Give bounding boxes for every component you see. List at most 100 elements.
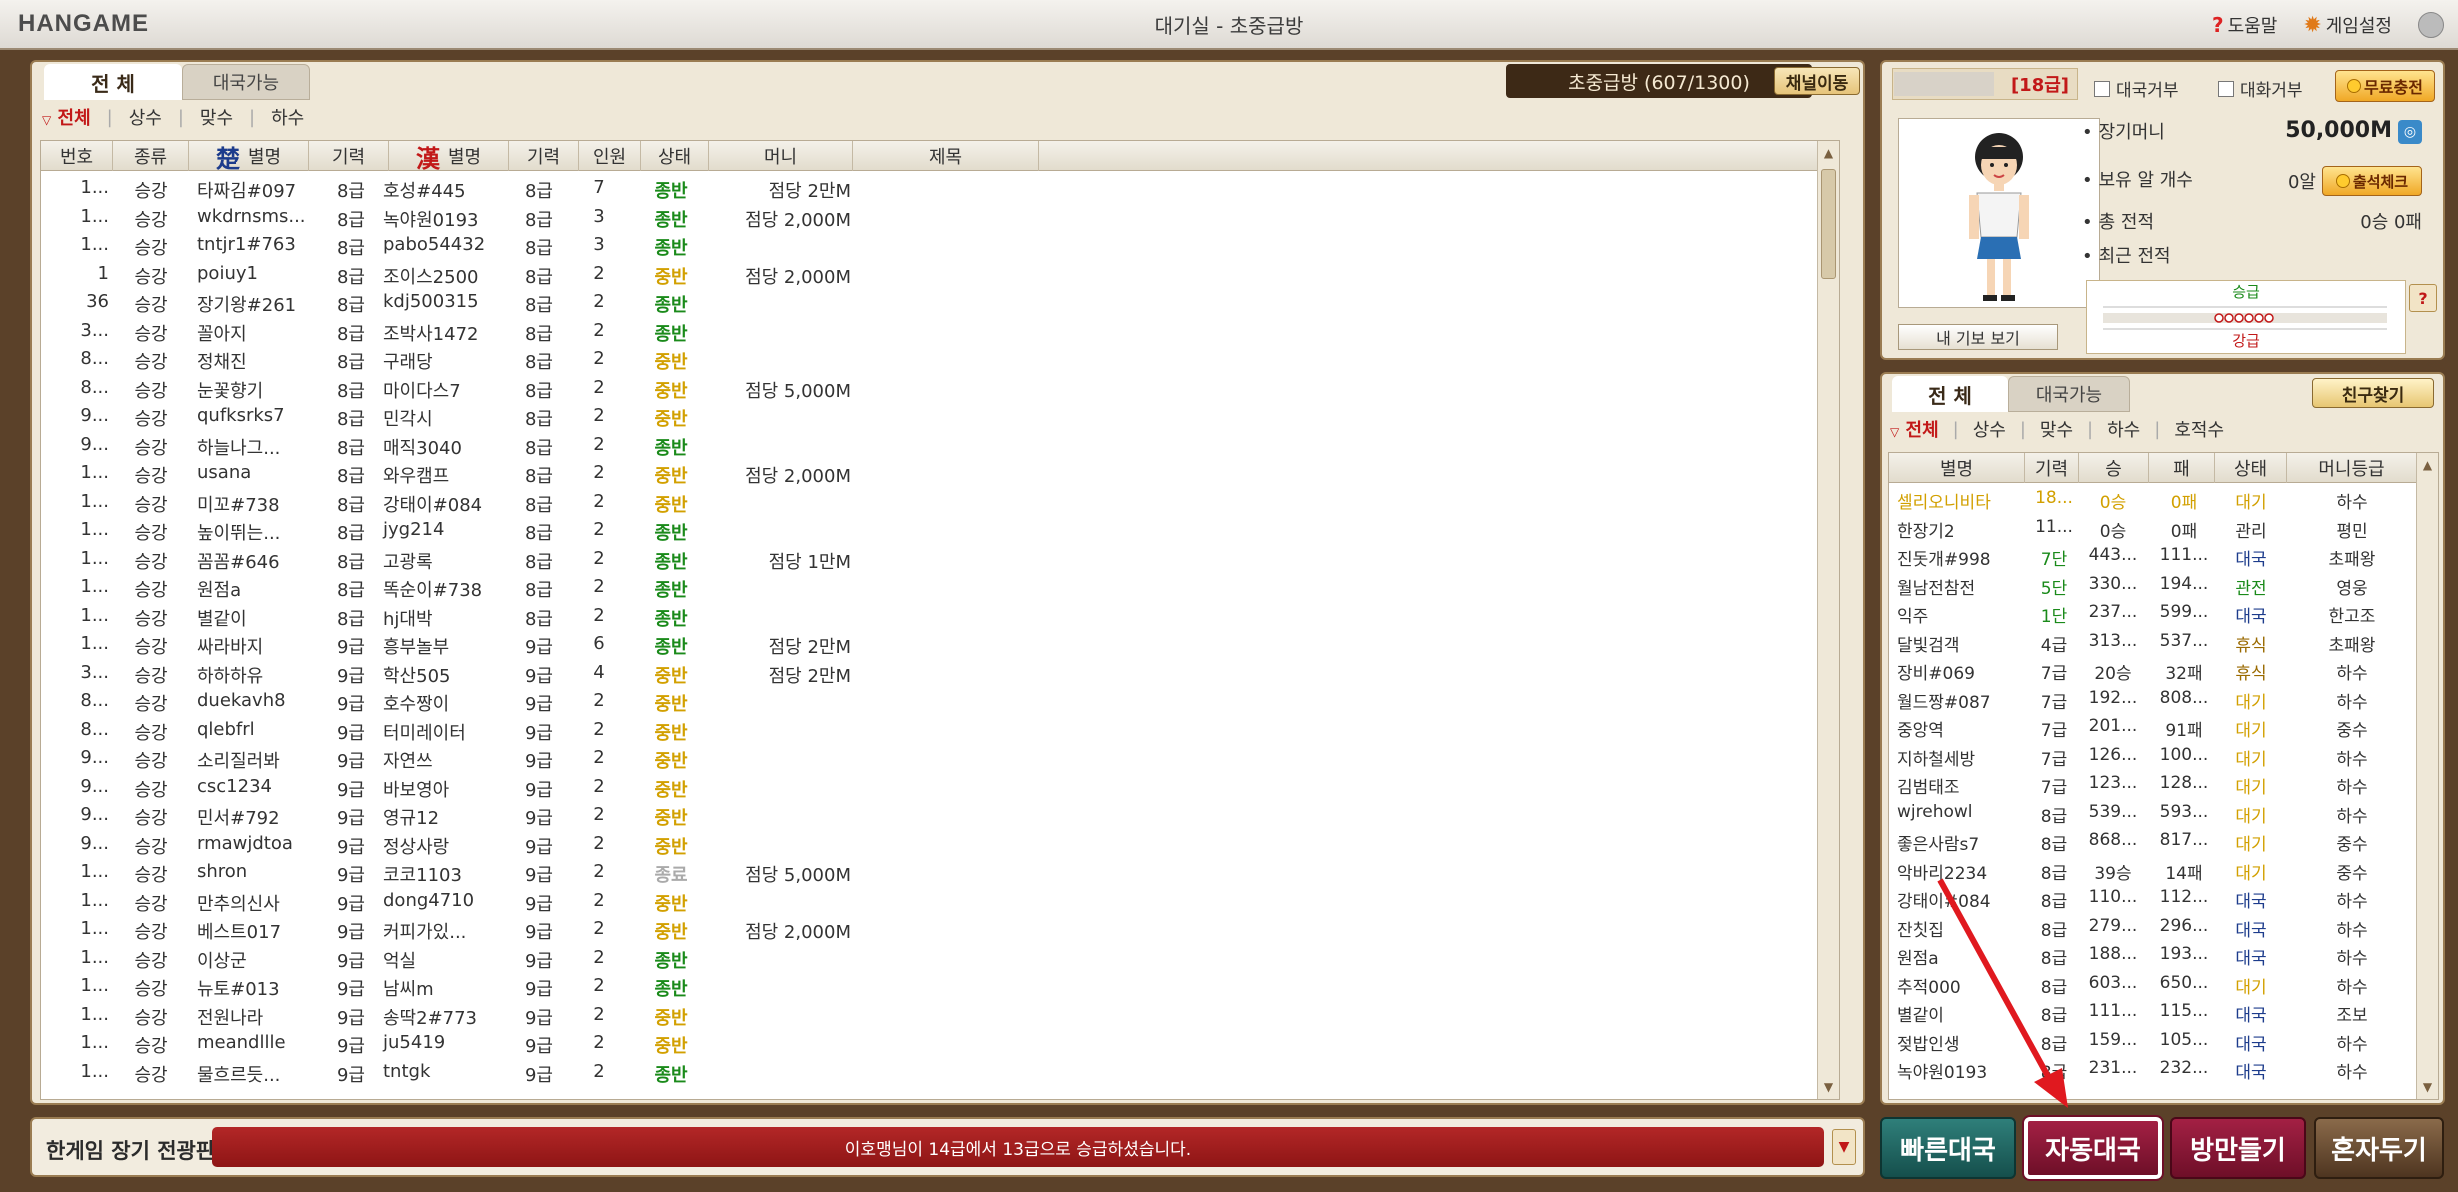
fcol-win[interactable]: 승 — [2079, 453, 2149, 483]
table-row[interactable]: 1... 승강 뉴토#013 9급 남씨m 9급 2 종반 — [41, 972, 1821, 1001]
table-row[interactable]: 1... 승강 베스트017 9급 커피가있... 9급 2 중반 점당 2,000M — [41, 915, 1821, 944]
table-row[interactable]: 8... 승강 눈꽃향기 8급 마이다스7 8급 2 중반 점당 5,000M — [41, 374, 1821, 403]
table-row[interactable]: 9... 승강 qufksrks7 8급 민각시 8급 2 중반 — [41, 402, 1821, 431]
table-row[interactable]: 1... 승강 원점a 8급 똑순이#738 8급 2 종반 — [41, 573, 1821, 602]
friends-tab-all[interactable]: 전 체 — [1892, 376, 2008, 412]
view-my-records-button[interactable]: 내 기보 보기 — [1898, 324, 2058, 350]
table-row[interactable]: 3... 승강 꼴아지 8급 조박사1472 8급 2 종반 — [41, 317, 1821, 346]
close-window-button[interactable] — [2418, 12, 2444, 38]
fcol-name[interactable]: 별명 — [1889, 453, 2025, 483]
list-item[interactable]: 월남전참전 5단 330... 194... 관전 영웅 — [1889, 571, 2417, 600]
table-row[interactable]: 3... 승강 하하하유 9급 학산505 9급 4 중반 점당 2만M — [41, 659, 1821, 688]
table-row[interactable]: 1... 승강 wkdrnsms... 8급 녹야원0193 8급 3 종반 점당 2,000M — [41, 203, 1821, 232]
attendance-check-button[interactable]: 출석체크 — [2322, 166, 2422, 196]
table-row[interactable]: 1... 승강 꼼꼼#646 8급 고광록 8급 2 종반 점당 1만M — [41, 545, 1821, 574]
table-row[interactable]: 8... 승강 duekavh8 9급 호수짱이 9급 2 중반 — [41, 687, 1821, 716]
scroll-up-icon[interactable]: ▲ — [2417, 453, 2438, 477]
list-item[interactable]: 잔칫집 8급 279... 296... 대국 하수 — [1889, 913, 2417, 942]
fcol-status[interactable]: 상태 — [2215, 453, 2287, 483]
friends-filter-lower[interactable]: 하수 — [2107, 416, 2140, 442]
list-item[interactable]: 젖밥인생 8급 159... 105... 대국 하수 — [1889, 1027, 2417, 1056]
list-item[interactable]: 녹야원0193 8급 231... 232... 대국 하수 — [1889, 1055, 2417, 1084]
table-row[interactable]: 1... 승강 미꼬#738 8급 강태이#084 8급 2 중반 — [41, 488, 1821, 517]
help-link[interactable]: ? 도움말 — [2212, 12, 2277, 38]
table-row[interactable]: 1 승강 poiuy1 8급 조이스2500 8급 2 중반 점당 2,000M — [41, 260, 1821, 289]
graph-help-button[interactable]: ? — [2409, 284, 2437, 312]
filter-all[interactable]: ▽ 전체 — [42, 104, 91, 130]
col-count[interactable]: 인원 — [579, 141, 641, 171]
free-charge-button[interactable]: 무료충전 — [2335, 70, 2435, 102]
col-chu-name[interactable]: 楚 별명 — [189, 141, 309, 173]
table-row[interactable]: 9... 승강 민서#792 9급 영규12 9급 2 중반 — [41, 801, 1821, 830]
list-item[interactable]: wjrehowl 8급 539... 593... 대기 하수 — [1889, 799, 2417, 828]
list-item[interactable]: 중앙역 7급 201... 91패 대기 중수 — [1889, 713, 2417, 742]
table-row[interactable]: 9... 승강 하늘나그... 8급 매직3040 8급 2 종반 — [41, 431, 1821, 460]
table-row[interactable]: 1... 승강 물흐르듯... 9급 tntgk 9급 2 종반 — [41, 1058, 1821, 1087]
scroll-down-icon[interactable]: ▼ — [2417, 1075, 2438, 1099]
scroll-down-icon[interactable]: ▼ — [1818, 1075, 1839, 1099]
change-channel-button[interactable]: 채널이동 — [1774, 67, 1860, 95]
list-item[interactable]: 원점a 8급 188... 193... 대국 하수 — [1889, 941, 2417, 970]
friends-scrollbar[interactable]: ▲ ▼ — [2416, 453, 2438, 1099]
room-list-scrollbar[interactable]: ▲ ▼ — [1817, 141, 1839, 1099]
table-row[interactable]: 9... 승강 csc1234 9급 바보영아 9급 2 중반 — [41, 773, 1821, 802]
table-row[interactable]: 1... 승강 싸라바지 9급 흥부놀부 9급 6 종반 점당 2만M — [41, 630, 1821, 659]
col-han-level[interactable]: 기력 — [509, 141, 579, 171]
filter-higher[interactable]: 상수 — [129, 104, 162, 130]
solo-play-button[interactable]: 혼자두기 — [2314, 1117, 2444, 1179]
table-row[interactable]: 36 승강 장기왕#261 8급 kdj500315 8급 2 종반 — [41, 288, 1821, 317]
list-item[interactable]: 월드짱#087 7급 192... 808... 대기 하수 — [1889, 685, 2417, 714]
scroll-thumb[interactable] — [1821, 169, 1836, 279]
table-row[interactable]: 1... 승강 usana 8급 와우캠프 8급 2 중반 점당 2,000M — [41, 459, 1821, 488]
list-item[interactable]: 강태이#084 8급 110... 112... 대국 하수 — [1889, 884, 2417, 913]
fcol-loss[interactable]: 패 — [2149, 453, 2215, 483]
table-row[interactable]: 9... 승강 rmawjdtoa 9급 정상사랑 9급 2 중반 — [41, 830, 1821, 859]
fcol-grade[interactable]: 머니등급 — [2287, 453, 2417, 483]
table-row[interactable]: 1... 승강 전원나라 9급 송딱2#773 9급 2 중반 — [41, 1001, 1821, 1030]
friends-filter-all[interactable]: ▽ 전체 — [1890, 416, 1939, 442]
filter-equal[interactable]: 맞수 — [200, 104, 233, 130]
quick-match-button[interactable]: 빠른대국 — [1880, 1117, 2016, 1179]
list-item[interactable]: 악바리2234 8급 39승 14패 대기 중수 — [1889, 856, 2417, 885]
refuse-chat-checkbox[interactable]: 대화거부 — [2218, 76, 2303, 101]
list-item[interactable]: 익주 1단 237... 599... 대국 한고조 — [1889, 599, 2417, 628]
create-room-button[interactable]: 방만들기 — [2170, 1117, 2306, 1179]
col-no[interactable]: 번호 — [41, 141, 113, 171]
list-item[interactable]: 추적000 8급 603... 650... 대기 하수 — [1889, 970, 2417, 999]
table-row[interactable]: 1... 승강 만추의신사 9급 dong4710 9급 2 중반 — [41, 887, 1821, 916]
list-item[interactable]: 셀리오니비타 18... 0승 0패 대기 하수 — [1889, 485, 2417, 514]
auto-match-button[interactable]: 자동대국 — [2024, 1117, 2162, 1179]
find-friend-button[interactable]: 친구찾기 — [2312, 378, 2434, 408]
refresh-money-icon[interactable]: ◎ — [2398, 120, 2422, 144]
table-row[interactable]: 1... 승강 tntjr1#763 8급 pabo54432 8급 3 종반 — [41, 231, 1821, 260]
list-item[interactable]: 달빛검객 4급 313... 537... 휴식 초패왕 — [1889, 628, 2417, 657]
list-item[interactable]: 장비#069 7급 20승 32패 휴식 하수 — [1889, 656, 2417, 685]
news-expand-button[interactable]: ▼ — [1832, 1129, 1856, 1165]
friends-filter-rival[interactable]: 호적수 — [2174, 416, 2224, 442]
list-item[interactable]: 한장기2 11... 0승 0패 관리 평민 — [1889, 514, 2417, 543]
col-title[interactable]: 제목 — [853, 141, 1039, 171]
table-row[interactable]: 1... 승강 높이뛰는... 8급 jyg214 8급 2 종반 — [41, 516, 1821, 545]
table-row[interactable]: 1... 승강 shron 9급 코코1103 9급 2 종료 점당 5,000M — [41, 858, 1821, 887]
table-row[interactable]: 8... 승강 정채진 8급 구래당 8급 2 중반 — [41, 345, 1821, 374]
col-status[interactable]: 상태 — [641, 141, 709, 171]
table-row[interactable]: 1... 승강 meandllle 9급 ju5419 9급 2 중반 — [41, 1029, 1821, 1058]
table-row[interactable]: 1... 승강 별같이 8급 hj대박 8급 2 종반 — [41, 602, 1821, 631]
list-item[interactable]: 김범태조 7급 123... 128... 대기 하수 — [1889, 770, 2417, 799]
col-kind[interactable]: 종류 — [113, 141, 189, 171]
col-han-name[interactable]: 漢 별명 — [389, 141, 509, 173]
tab-all-rooms[interactable]: 전 체 — [44, 64, 182, 100]
table-row[interactable]: 8... 승강 qlebfrl 9급 터미레이터 9급 2 중반 — [41, 716, 1821, 745]
tab-available-rooms[interactable]: 대국가능 — [182, 64, 310, 100]
table-row[interactable]: 9... 승강 소리질러봐 9급 자연쓰 9급 2 중반 — [41, 744, 1821, 773]
list-item[interactable]: 진돗개#998 7단 443... 111... 대국 초패왕 — [1889, 542, 2417, 571]
list-item[interactable]: 별같이 8급 111... 115... 대국 조보 — [1889, 998, 2417, 1027]
friends-tab-available[interactable]: 대국가능 — [2008, 376, 2130, 412]
table-row[interactable]: 1... 승강 이상군 9급 억실 9급 2 종반 — [41, 944, 1821, 973]
col-chu-level[interactable]: 기력 — [309, 141, 389, 171]
table-row[interactable]: 1... 승강 타짜김#097 8급 호성#445 8급 7 종반 점당 2만M — [41, 174, 1821, 203]
list-item[interactable]: 지하철세방 7급 126... 100... 대기 하수 — [1889, 742, 2417, 771]
scroll-up-icon[interactable]: ▲ — [1818, 141, 1839, 165]
game-settings-link[interactable]: ✹ 게임설정 — [2303, 12, 2392, 38]
refuse-game-checkbox[interactable]: 대국거부 — [2094, 76, 2179, 101]
